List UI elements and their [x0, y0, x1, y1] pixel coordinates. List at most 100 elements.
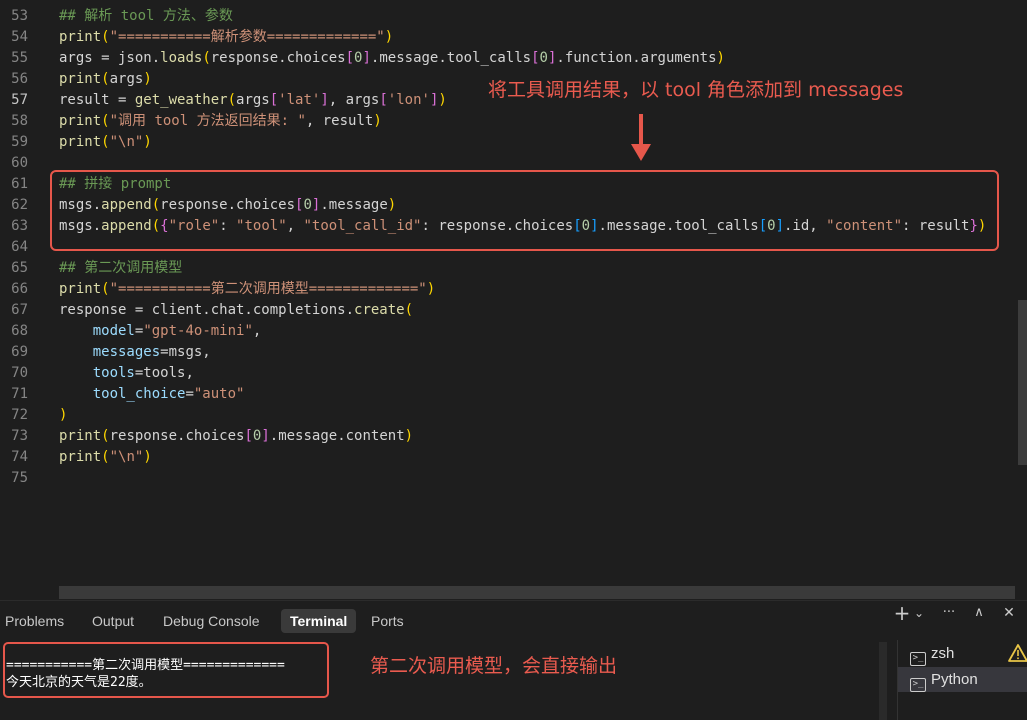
code-token: )	[716, 50, 725, 66]
code-token: response.choices	[109, 428, 245, 444]
code-token: "调用 tool 方法返回结果: "	[109, 113, 306, 129]
code-line[interactable]: 65 ## 第二次调用模型	[0, 258, 1027, 279]
code-token: ## 解析 tool 方法、参数	[59, 8, 233, 24]
chevron-down-icon[interactable]: ⌄	[912, 601, 926, 625]
code-token: print	[59, 29, 102, 45]
code-token: [	[269, 92, 279, 108]
code-token: 0	[539, 50, 548, 66]
code-token: response = client.chat.completions.	[59, 302, 355, 318]
code-token: [	[244, 428, 253, 444]
code-line[interactable]: 75	[0, 468, 1027, 489]
code-token: print	[59, 449, 102, 465]
code-token: , result	[305, 113, 374, 129]
tab-output[interactable]: Output	[92, 609, 134, 633]
code-line[interactable]: 74 print("\n")	[0, 447, 1027, 468]
code-token: print	[59, 71, 102, 87]
tab-terminal[interactable]: Terminal	[281, 609, 357, 633]
code-token: )	[143, 449, 152, 465]
code-line[interactable]: 68 model="gpt-4o-mini",	[0, 321, 1027, 342]
code-token: (	[101, 29, 110, 45]
code-line[interactable]: 72)	[0, 405, 1027, 426]
terminal-item-label: Python	[931, 671, 978, 688]
code-token: "\n"	[109, 134, 144, 150]
terminal-scrollbar[interactable]	[879, 642, 887, 720]
code-text: ## 解析 tool 方法、参数	[59, 6, 233, 27]
code-token: create	[354, 302, 405, 318]
code-line[interactable]: 55 args = json.loads(response.choices[0].…	[0, 48, 1027, 69]
line-number: 66	[11, 281, 28, 297]
line-number: 75	[11, 470, 28, 486]
code-line[interactable]: 59 print("\n")	[0, 132, 1027, 153]
terminal-item-python[interactable]: >_ Python	[898, 667, 1027, 692]
code-token: result =	[59, 92, 135, 108]
code-token: 'lon'	[387, 92, 430, 108]
code-line[interactable]: 70 tools=tools,	[0, 363, 1027, 384]
line-number: 71	[11, 386, 28, 402]
code-token: , args	[328, 92, 380, 108]
code-token: )	[438, 92, 447, 108]
code-token: .message.tool_calls	[370, 50, 532, 66]
terminal-list: >_ zsh >_ Python	[897, 640, 1027, 720]
code-token: tool_choice	[92, 386, 186, 402]
tab-debug-console[interactable]: Debug Console	[163, 609, 260, 633]
vertical-scrollbar[interactable]	[1018, 300, 1027, 465]
more-actions-icon[interactable]: ···	[938, 601, 960, 625]
code-text: args = json.loads(response.choices[0].me…	[59, 48, 725, 69]
code-text: print("\n")	[59, 132, 152, 153]
line-number: 70	[11, 365, 28, 381]
tab-problems[interactable]: Problems	[5, 609, 64, 633]
code-token: print	[59, 428, 102, 444]
code-token: model	[92, 323, 135, 339]
code-token: (	[101, 134, 110, 150]
close-panel-icon[interactable]: ✕	[1000, 601, 1018, 625]
code-line[interactable]: 71 tool_choice="auto"	[0, 384, 1027, 405]
code-line[interactable]: 58 print("调用 tool 方法返回结果: ", result)	[0, 111, 1027, 132]
add-terminal-icon[interactable]: +	[892, 601, 912, 625]
line-number: 57	[11, 92, 28, 108]
code-text: print("===========解析参数=============")	[59, 27, 393, 48]
code-token: )	[373, 113, 382, 129]
code-token: (	[101, 449, 110, 465]
code-token: loads	[160, 50, 203, 66]
code-text: tools=tools,	[59, 363, 194, 384]
code-token: )	[59, 407, 68, 423]
code-token: )	[143, 71, 152, 87]
code-token: ,	[252, 323, 262, 339]
code-line[interactable]: 73 print(response.choices[0].message.cont…	[0, 426, 1027, 447]
line-number: 56	[11, 71, 28, 87]
code-token: args	[109, 71, 144, 87]
line-number: 60	[11, 155, 28, 171]
warning-icon	[1008, 644, 1027, 662]
code-token: "gpt-4o-mini"	[143, 323, 253, 339]
code-line[interactable]: 69 messages=msgs,	[0, 342, 1027, 363]
tab-ports[interactable]: Ports	[371, 609, 404, 633]
code-text: )	[59, 405, 67, 426]
terminal-item-zsh[interactable]: >_ zsh	[898, 641, 1027, 666]
code-line[interactable]: 66 print("===========第二次调用模型=============…	[0, 279, 1027, 300]
code-text: ## 第二次调用模型	[59, 258, 182, 279]
line-number: 73	[11, 428, 28, 444]
code-token: )	[426, 281, 436, 297]
horizontal-scrollbar[interactable]	[59, 586, 1015, 599]
line-number: 54	[11, 29, 28, 45]
code-token: 'lat'	[278, 92, 321, 108]
code-text: model="gpt-4o-mini",	[59, 321, 262, 342]
code-text: print("调用 tool 方法返回结果: ", result)	[59, 111, 382, 132]
code-line[interactable]: 67 response = client.chat.completions.cre…	[0, 300, 1027, 321]
maximize-panel-icon[interactable]: ∧	[970, 601, 988, 625]
code-token: )	[143, 134, 152, 150]
code-token: [	[531, 50, 540, 66]
code-text: print("===========第二次调用模型=============")	[59, 279, 435, 300]
code-line[interactable]: 54 print("===========解析参数=============")	[0, 27, 1027, 48]
code-token: [	[345, 50, 355, 66]
code-text: print(response.choices[0].message.conten…	[59, 426, 413, 447]
code-line[interactable]: 53 ## 解析 tool 方法、参数	[0, 6, 1027, 27]
line-number: 62	[11, 197, 28, 213]
highlight-box-terminal	[3, 642, 329, 698]
line-number: 61	[11, 176, 28, 192]
terminal-icon: >_	[910, 652, 926, 666]
code-token: ]	[261, 428, 270, 444]
